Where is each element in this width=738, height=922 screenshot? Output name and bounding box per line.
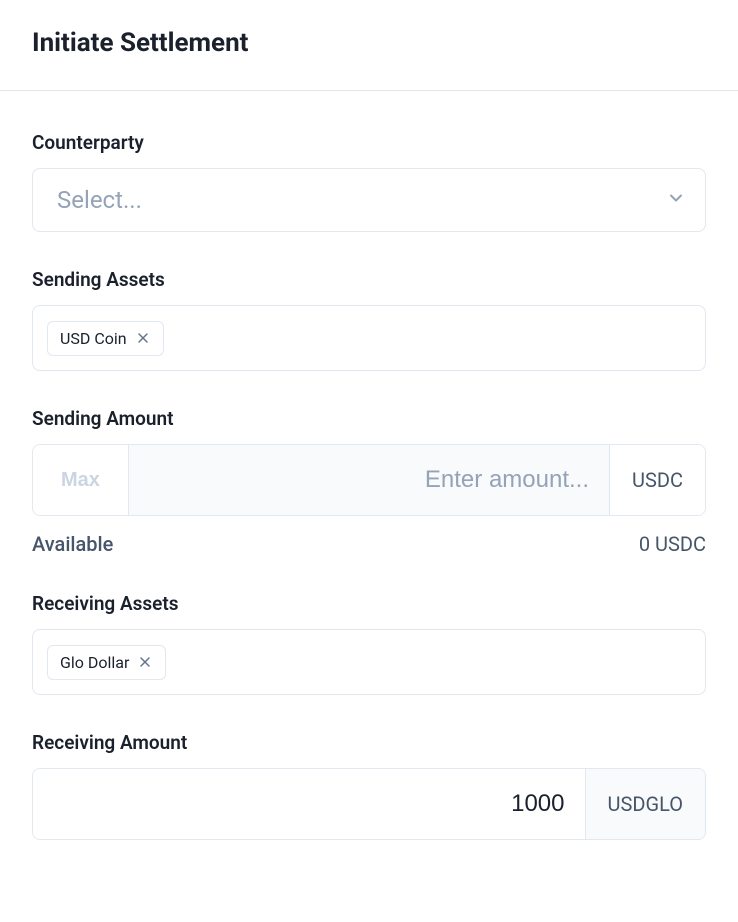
sending-amount-currency: USDC xyxy=(609,445,705,515)
receiving-asset-tag: Glo Dollar xyxy=(47,645,166,680)
page-title: Initiate Settlement xyxy=(32,28,706,58)
counterparty-select-placeholder: Select... xyxy=(32,168,706,232)
counterparty-label: Counterparty xyxy=(32,131,706,154)
close-icon[interactable] xyxy=(135,330,151,346)
receiving-assets-container[interactable]: Glo Dollar xyxy=(32,629,706,695)
receiving-amount-currency: USDGLO xyxy=(585,769,706,839)
receiving-amount-label: Receiving Amount xyxy=(32,731,706,754)
sending-assets-container[interactable]: USD Coin xyxy=(32,305,706,371)
sending-amount-label: Sending Amount xyxy=(32,407,706,430)
sending-asset-tag: USD Coin xyxy=(47,321,164,356)
available-value: 0 USDC xyxy=(639,532,706,556)
close-icon[interactable] xyxy=(137,654,153,670)
receiving-amount-input[interactable] xyxy=(33,769,585,839)
max-button[interactable]: Max xyxy=(33,445,129,515)
sending-amount-input[interactable] xyxy=(129,445,609,515)
counterparty-select[interactable]: Select... xyxy=(32,168,706,232)
sending-assets-label: Sending Assets xyxy=(32,268,706,291)
receiving-assets-label: Receiving Assets xyxy=(32,592,706,615)
sending-asset-tag-label: USD Coin xyxy=(60,329,127,348)
receiving-asset-tag-label: Glo Dollar xyxy=(60,653,129,672)
available-label: Available xyxy=(32,532,113,556)
